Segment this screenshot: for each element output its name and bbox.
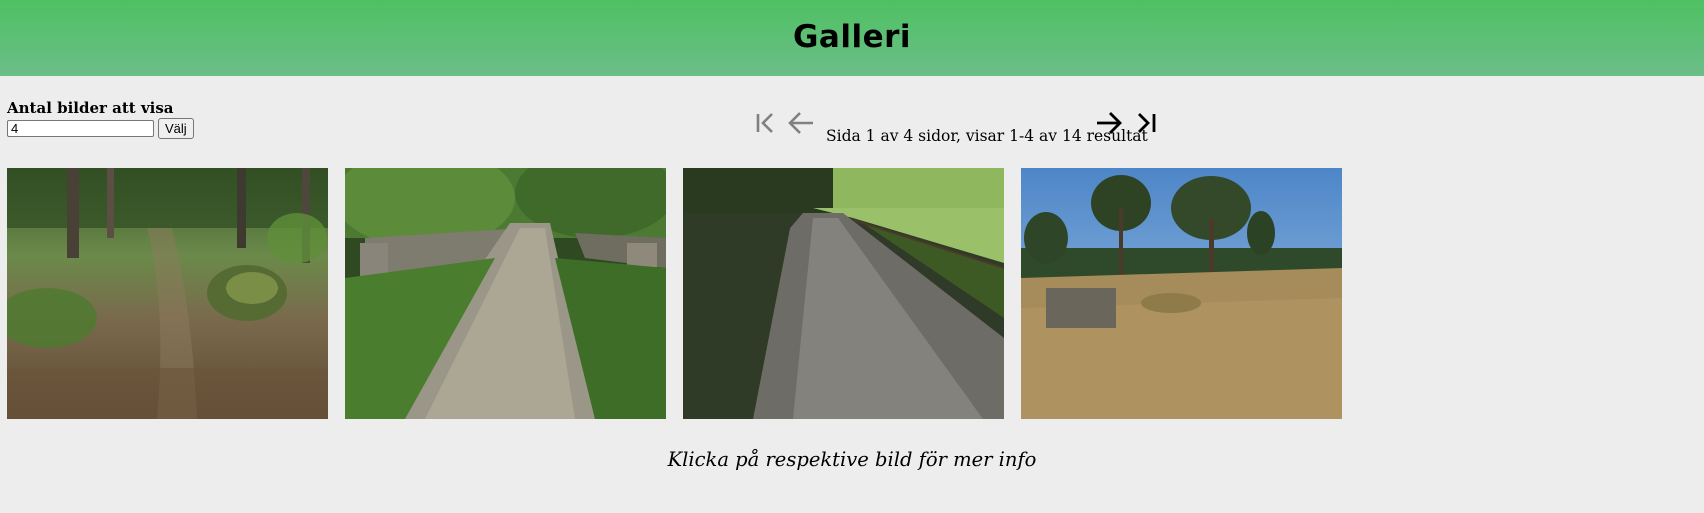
last-page-icon [1138,113,1156,133]
last-page-button[interactable] [1132,108,1162,138]
choose-button[interactable]: Välj [158,118,194,139]
image-count-form: Antal bilder att visa Välj [7,100,194,139]
image-count-input[interactable] [7,120,154,137]
first-page-button[interactable] [752,108,782,138]
field-with-pines-photo[interactable] [1021,168,1342,419]
forest-path-photo[interactable] [7,168,328,419]
arrow-right-icon [1097,112,1122,134]
page-title: Galleri [792,19,912,55]
gravel-road-meadow-photo[interactable] [683,168,1004,419]
first-page-icon [756,113,773,133]
image-count-label: Antal bilder att visa [7,99,174,117]
page-header: Galleri [0,0,1704,76]
previous-page-button[interactable] [786,108,816,138]
image-count-row: Välj [7,118,194,139]
next-page-button[interactable] [1094,108,1124,138]
arrow-left-icon [788,112,813,134]
gallery-caption: Klicka på respektive bild för mer info [667,448,1037,471]
gravel-road-stone-walls-photo[interactable] [345,168,666,419]
